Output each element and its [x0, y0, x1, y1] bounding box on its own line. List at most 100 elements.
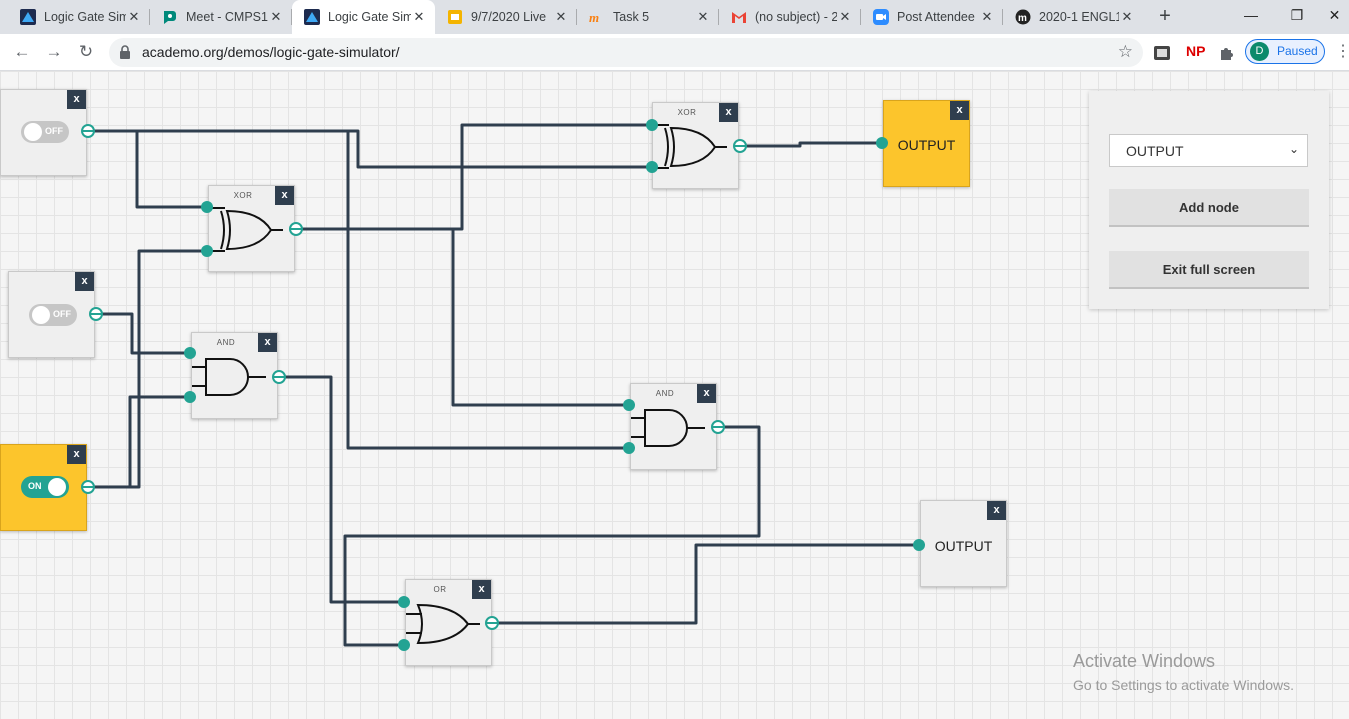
xor-gate-icon [653, 124, 727, 169]
node-type-select[interactable]: OUTPUT ⌄ [1109, 134, 1308, 167]
toggle-label: OFF [53, 309, 71, 319]
input-switch-node[interactable]: x OFF [0, 89, 87, 176]
back-arrow-icon[interactable]: ← [10, 40, 34, 64]
toggle-knob [24, 123, 42, 141]
toggle-switch[interactable]: OFF [21, 121, 69, 143]
moodle-icon: m [589, 9, 605, 25]
wire [96, 312, 190, 355]
xor-gate-node[interactable]: XOR x [208, 185, 295, 272]
tab-label: Meet - CMPS1 [186, 10, 268, 24]
tab-gmail[interactable]: (no subject) - 2 ✕ [719, 0, 861, 34]
input-switch-node[interactable]: x OFF [8, 271, 95, 358]
new-tab-button[interactable]: + [1155, 6, 1175, 27]
tab-engl[interactable]: m 2020-1 ENGL1 ✕ [1003, 0, 1143, 34]
tab-strip: Logic Gate Simulator ✕ Meet - CMPS1 ✕ Lo… [0, 0, 1349, 34]
toggle-switch[interactable]: OFF [29, 304, 77, 326]
tab-label: Task 5 [613, 10, 650, 24]
moodle-m-icon: m [1015, 9, 1031, 25]
exit-fullscreen-button[interactable]: Exit full screen [1109, 251, 1309, 289]
tab-close-icon[interactable]: ✕ [411, 9, 427, 25]
control-panel: OUTPUT ⌄ Add node Exit full screen [1089, 91, 1329, 309]
google-meet-icon [162, 9, 178, 25]
zoom-icon [873, 9, 889, 25]
forward-arrow-icon[interactable]: → [42, 40, 66, 64]
chevron-down-icon: ⌄ [1288, 142, 1299, 156]
screen-capture-extension-icon[interactable] [1153, 44, 1171, 62]
xor-gate-icon [209, 207, 283, 252]
wire [740, 141, 882, 148]
tab-close-icon[interactable]: ✕ [695, 9, 711, 25]
tab-close-icon[interactable]: ✕ [126, 9, 142, 25]
profile-button[interactable]: D Paused [1245, 39, 1325, 64]
toggle-knob [32, 306, 50, 324]
wire [88, 129, 207, 209]
extensions-puzzle-icon[interactable] [1218, 44, 1236, 62]
output-node[interactable]: x OUTPUT [883, 100, 970, 187]
remove-node-button[interactable]: x [75, 272, 94, 291]
academo-icon [304, 9, 320, 25]
add-node-button[interactable]: Add node [1109, 189, 1309, 227]
remove-node-button[interactable]: x [987, 501, 1006, 520]
profile-status: Paused [1277, 44, 1318, 58]
svg-text:m: m [1018, 13, 1027, 24]
toggle-label: ON [28, 481, 42, 491]
toggle-knob [48, 478, 66, 496]
remove-node-button[interactable]: x [67, 445, 86, 464]
input-switch-node[interactable]: x ON [0, 444, 87, 531]
tab-close-icon[interactable]: ✕ [979, 9, 995, 25]
and-gate-node[interactable]: AND x [630, 383, 717, 470]
toggle-label: OFF [45, 126, 63, 136]
bookmark-star-icon[interactable]: ☆ [1118, 42, 1133, 62]
tab-close-icon[interactable]: ✕ [553, 9, 569, 25]
wire [296, 227, 629, 407]
tab-close-icon[interactable]: ✕ [837, 9, 853, 25]
activate-windows-subtitle: Go to Settings to activate Windows. [1073, 677, 1294, 693]
tab-label: Logic Gate Simulator [44, 10, 126, 24]
wire [88, 129, 652, 169]
output-label: OUTPUT [897, 137, 956, 153]
or-gate-node[interactable]: OR x [405, 579, 492, 666]
xor-gate-node[interactable]: XOR x [652, 102, 739, 189]
tab-label: Logic Gate Simulator [328, 10, 411, 24]
tab-meet[interactable]: Meet - CMPS1 ✕ [150, 0, 292, 34]
or-gate-icon [406, 603, 480, 645]
extension-np-badge[interactable]: NP [1186, 43, 1205, 61]
wire [88, 249, 207, 489]
reload-icon[interactable]: ↻ [74, 40, 98, 64]
simulator-canvas[interactable]: x OFF x OFF x ON XOR x XOR x AND x AND x… [0, 71, 1349, 719]
tab-close-icon[interactable]: ✕ [1119, 9, 1135, 25]
tab-task-5[interactable]: m Task 5 ✕ [577, 0, 719, 34]
browser-toolbar: ← → ↻ academo.org/demos/logic-gate-simul… [0, 34, 1349, 71]
url-text: academo.org/demos/logic-gate-simulator/ [142, 44, 400, 60]
remove-node-button[interactable]: x [950, 101, 969, 120]
toggle-switch[interactable]: ON [21, 476, 69, 498]
close-window-button[interactable]: ✕ [1320, 4, 1349, 28]
tab-live-slides[interactable]: 9/7/2020 Live ✕ [435, 0, 577, 34]
tab-label: (no subject) - 2 [755, 10, 837, 24]
tab-post-attendee[interactable]: Post Attendee ✕ [861, 0, 1003, 34]
restore-button[interactable]: ❐ [1274, 4, 1320, 28]
tab-label: 2020-1 ENGL1 [1039, 10, 1119, 24]
browser-menu-icon[interactable]: ⋮ [1335, 43, 1349, 61]
tab-label: Post Attendee [897, 10, 975, 24]
output-label: OUTPUT [934, 538, 993, 554]
google-slides-icon [447, 9, 463, 25]
activate-windows-title: Activate Windows [1073, 651, 1216, 671]
svg-text:m: m [589, 10, 599, 25]
wire [279, 375, 404, 604]
address-bar[interactable]: academo.org/demos/logic-gate-simulator/ … [109, 38, 1143, 67]
tab-label: 9/7/2020 Live [471, 10, 547, 24]
lock-icon [119, 45, 131, 64]
wire [492, 543, 919, 625]
avatar: D [1250, 42, 1269, 61]
and-gate-node[interactable]: AND x [191, 332, 278, 419]
tab-close-icon[interactable]: ✕ [268, 9, 284, 25]
academo-icon [20, 9, 36, 25]
remove-node-button[interactable]: x [67, 90, 86, 109]
tab-logic-gate-simulator-1[interactable]: Logic Gate Simulator ✕ [8, 0, 150, 34]
and-gate-icon [631, 409, 705, 447]
minimize-button[interactable]: — [1228, 4, 1274, 28]
output-node[interactable]: x OUTPUT [920, 500, 1007, 587]
tab-logic-gate-simulator-active[interactable]: Logic Gate Simulator ✕ [292, 0, 435, 34]
and-gate-icon [192, 358, 266, 396]
